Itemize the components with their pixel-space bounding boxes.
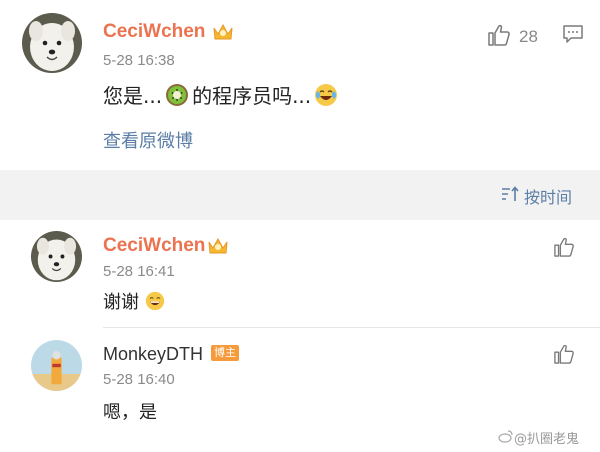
author-badge: 博主 xyxy=(211,345,239,361)
sort-icon xyxy=(500,185,520,207)
laugh-cry-emoji-icon xyxy=(314,83,338,107)
comment-username[interactable]: MonkeyDTH xyxy=(103,344,203,365)
original-post: CeciWchen 5-28 16:38 您是... 的程序员吗... 查看原微… xyxy=(0,0,600,170)
view-original-link[interactable]: 查看原微博 xyxy=(103,127,193,153)
sort-by-time-button[interactable]: 按时间 xyxy=(500,184,572,208)
thumbs-up-icon xyxy=(553,237,575,261)
watermark: @扒圈老鬼 xyxy=(498,428,579,447)
sort-label: 按时间 xyxy=(524,188,573,207)
comment-text: 谢谢 xyxy=(103,288,168,314)
comment-time: 5-28 16:41 xyxy=(103,263,175,280)
comment-icon[interactable] xyxy=(562,24,584,48)
weibo-logo-icon xyxy=(498,429,514,447)
grin-emoji-icon xyxy=(145,291,165,311)
comment-like-button[interactable] xyxy=(553,344,575,368)
crown-icon xyxy=(207,236,229,256)
avatar[interactable] xyxy=(31,340,82,391)
post-text-before: 您是... xyxy=(103,84,163,108)
avatar[interactable] xyxy=(22,13,82,73)
comment-text-content: 嗯，是 xyxy=(103,402,157,423)
comment-list: CeciWchen 5-28 16:41 谢谢 MonkeyDTH 博主 5-2… xyxy=(0,220,600,452)
comment-divider xyxy=(103,327,600,328)
like-count: 28 xyxy=(519,27,538,46)
thumbs-up-icon xyxy=(553,344,575,368)
comment-text: 嗯，是 xyxy=(103,398,157,424)
username[interactable]: CeciWchen xyxy=(103,21,205,43)
crown-icon xyxy=(212,22,234,42)
post-text-after: 的程序员吗... xyxy=(192,84,312,108)
post-time: 5-28 16:38 xyxy=(103,52,175,69)
comment-time: 5-28 16:40 xyxy=(103,371,175,388)
thumbs-up-icon xyxy=(487,24,511,50)
post-text: 您是... 的程序员吗... xyxy=(103,80,341,109)
watermark-text: @扒圈老鬼 xyxy=(514,432,580,447)
avatar[interactable] xyxy=(31,231,82,282)
comment-text-content: 谢谢 xyxy=(103,292,139,313)
comment-username[interactable]: CeciWchen xyxy=(103,235,205,257)
kiwi-emoji-icon xyxy=(165,83,189,107)
comment-like-button[interactable] xyxy=(553,237,575,261)
like-button[interactable]: 28 xyxy=(487,24,538,50)
